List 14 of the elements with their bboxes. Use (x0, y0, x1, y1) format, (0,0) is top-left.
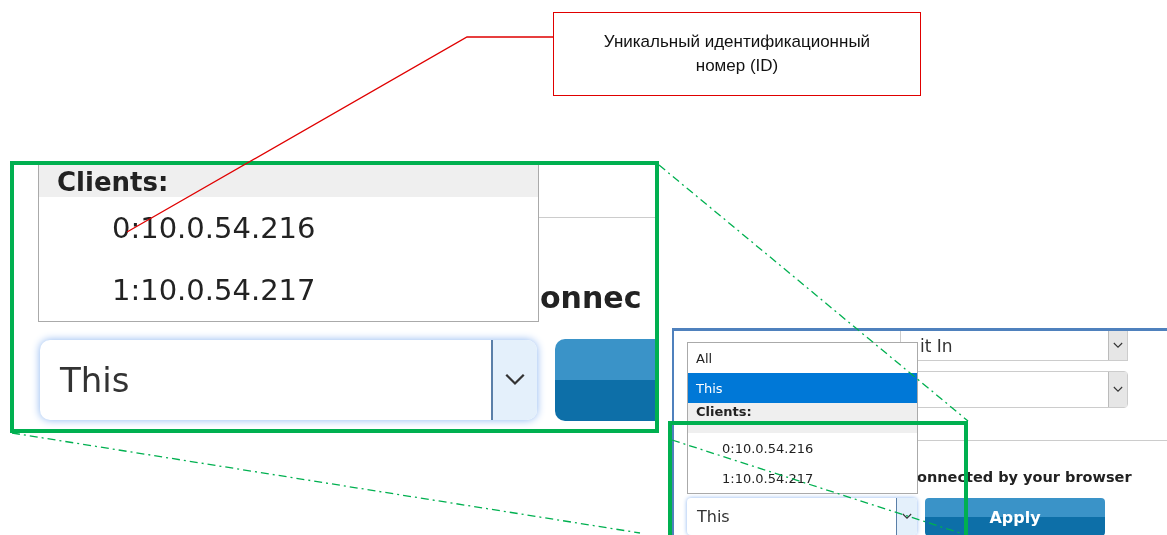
select-field[interactable]: This (687, 498, 917, 535)
chevron-down-icon (902, 513, 912, 520)
callout-text: Уникальный идентификационный номер (ID) (602, 31, 872, 77)
dropdown-option[interactable]: 1:10.0.54.217 (39, 259, 538, 321)
select-field[interactable]: This (40, 340, 537, 420)
dropdown-option[interactable]: 0:10.0.54.216 (39, 197, 538, 259)
dropdown-option[interactable]: This (688, 373, 917, 403)
chevron-down-icon (1113, 342, 1123, 349)
chevron-down-icon (504, 373, 526, 387)
chevron-down-icon (1113, 386, 1123, 393)
apply-button[interactable]: Apply (925, 498, 1105, 535)
label-text: onnec (540, 280, 642, 315)
group-header: Clients: (39, 165, 538, 197)
dropdown-option[interactable]: 0:10.0.54.216 (688, 433, 917, 463)
